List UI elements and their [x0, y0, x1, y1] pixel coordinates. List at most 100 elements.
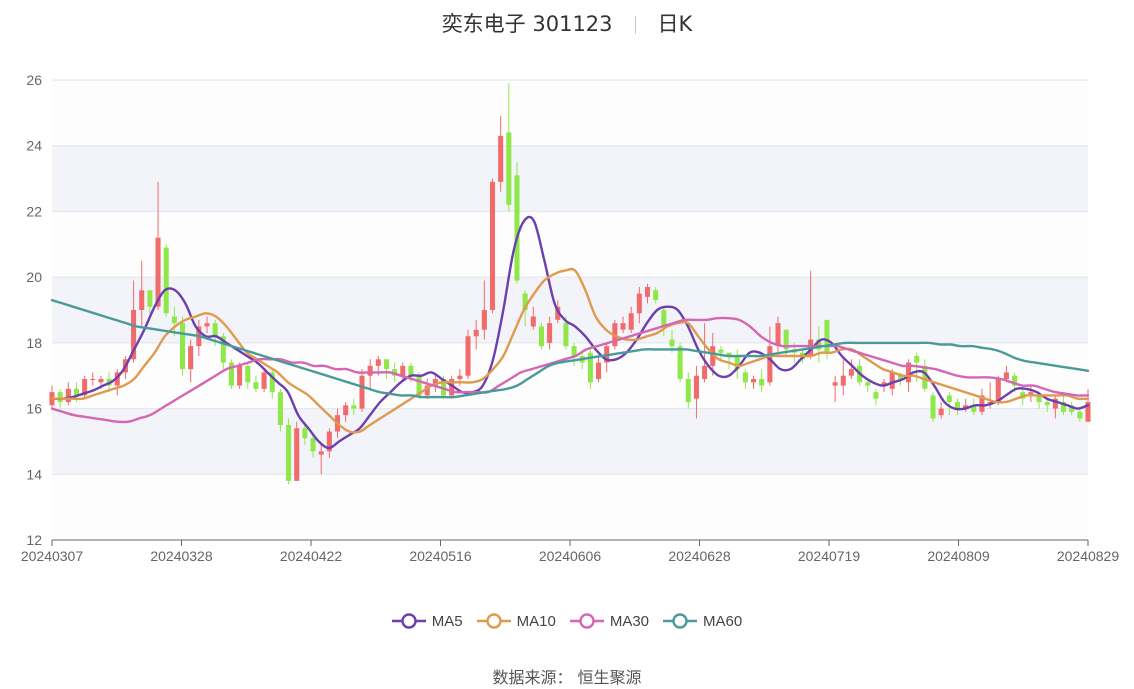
- legend-item-ma30[interactable]: MA30: [569, 612, 650, 630]
- legend-label: MA10: [516, 612, 556, 630]
- candle-body: [90, 379, 96, 380]
- candle-body: [489, 181, 496, 310]
- candle-body: [367, 365, 373, 376]
- candle-body: [547, 323, 553, 343]
- candle-body: [840, 375, 846, 386]
- candle-body: [938, 408, 944, 416]
- candle-body: [1044, 402, 1050, 406]
- candle-body: [359, 375, 365, 409]
- candle-body: [644, 287, 651, 297]
- candle-body: [530, 316, 536, 327]
- legend-label: MA30: [609, 612, 650, 630]
- candle-body: [751, 379, 757, 383]
- legend-item-ma10[interactable]: MA10: [476, 612, 556, 630]
- candle-body: [628, 313, 634, 330]
- candle-body: [620, 323, 626, 330]
- candle-body: [702, 365, 708, 379]
- y-tick-label: 22: [26, 203, 42, 219]
- candle-body: [171, 316, 177, 324]
- x-tick-label: 20240628: [668, 548, 731, 564]
- candle-body: [865, 382, 871, 386]
- candle-body: [954, 402, 961, 409]
- candle-body: [636, 293, 642, 314]
- candle-body: [653, 290, 659, 301]
- candle-body: [873, 392, 879, 399]
- x-tick-label: 20240829: [1057, 548, 1120, 564]
- legend-label: MA5: [431, 612, 463, 630]
- candle-body: [473, 329, 479, 337]
- candle-body: [179, 323, 186, 370]
- candle-body: [245, 365, 251, 383]
- y-axis: 12 14 16 18 20 22 24 26: [26, 72, 42, 548]
- candle-body: [457, 375, 463, 379]
- legend-item-ma5[interactable]: MA5: [391, 612, 463, 630]
- candle-body: [775, 323, 781, 347]
- y-tick-label: 24: [26, 138, 42, 154]
- x-tick-label: 20240516: [409, 548, 472, 564]
- candle-body: [514, 175, 520, 281]
- candle-body: [596, 362, 602, 379]
- x-tick-label: 20240307: [21, 548, 84, 564]
- candle-body: [832, 382, 838, 386]
- candle-body: [693, 375, 699, 399]
- candle-body: [889, 372, 895, 389]
- plot-background: [52, 80, 1088, 540]
- candle-body: [212, 323, 218, 337]
- legend-marker-icon: [391, 613, 426, 629]
- candle-body: [286, 425, 292, 481]
- candle-body: [498, 135, 504, 182]
- x-tick-label: 20240719: [798, 548, 861, 564]
- candle-body: [383, 359, 389, 370]
- candle-body: [375, 359, 381, 366]
- candle-body: [742, 372, 748, 383]
- candle-body: [1003, 372, 1009, 379]
- y-tick-label: 20: [26, 269, 42, 285]
- candle-body: [563, 323, 569, 347]
- candle-body: [204, 323, 210, 327]
- x-tick-label: 20240809: [927, 548, 990, 564]
- candle-body: [139, 290, 145, 310]
- candlestick-chart: 12 14 16 18 20 22 24 26 20240307 20240328 2024042…: [21, 72, 1120, 564]
- candle-body: [506, 132, 512, 205]
- candle-body: [685, 379, 691, 402]
- plot-band: [52, 145, 1088, 212]
- candle-body: [351, 405, 357, 409]
- candle-body: [767, 346, 773, 383]
- y-tick-label: 14: [26, 466, 42, 482]
- candle-body: [98, 379, 104, 383]
- x-tick-label: 20240328: [150, 548, 213, 564]
- candle-body: [237, 365, 243, 386]
- candle-body: [914, 356, 920, 363]
- candle-body: [277, 392, 283, 425]
- candle-body: [661, 310, 667, 327]
- legend-marker-icon: [476, 613, 511, 629]
- legend-marker-icon: [569, 613, 604, 629]
- y-tick-label: 16: [26, 401, 42, 417]
- legend-marker-icon: [663, 613, 698, 629]
- candle-body: [465, 336, 471, 376]
- candle-body: [310, 438, 316, 452]
- candle-body: [824, 319, 830, 353]
- candle-body: [302, 428, 308, 439]
- candle-body: [946, 395, 952, 402]
- candle-body: [400, 365, 406, 376]
- plot-band: [52, 211, 1088, 278]
- x-tick-label: 20240422: [280, 548, 343, 564]
- legend: MA5 MA10 MA30 MA60: [0, 612, 1134, 634]
- x-tick-label: 20240606: [539, 548, 602, 564]
- candle-body: [922, 365, 928, 389]
- candle-body: [1077, 411, 1083, 419]
- plot-band: [52, 474, 1088, 540]
- plot-band: [52, 80, 1088, 146]
- candle-body: [163, 247, 169, 314]
- legend-item-ma60[interactable]: MA60: [663, 612, 742, 630]
- candle-body: [538, 326, 544, 347]
- y-tick-label: 18: [26, 335, 42, 351]
- candle-body: [481, 310, 487, 330]
- candle-body: [718, 349, 724, 353]
- candle-body: [147, 290, 153, 307]
- candle-body: [318, 451, 324, 455]
- candle-body: [848, 369, 854, 376]
- candle-body: [343, 405, 349, 416]
- candle-body: [677, 346, 683, 379]
